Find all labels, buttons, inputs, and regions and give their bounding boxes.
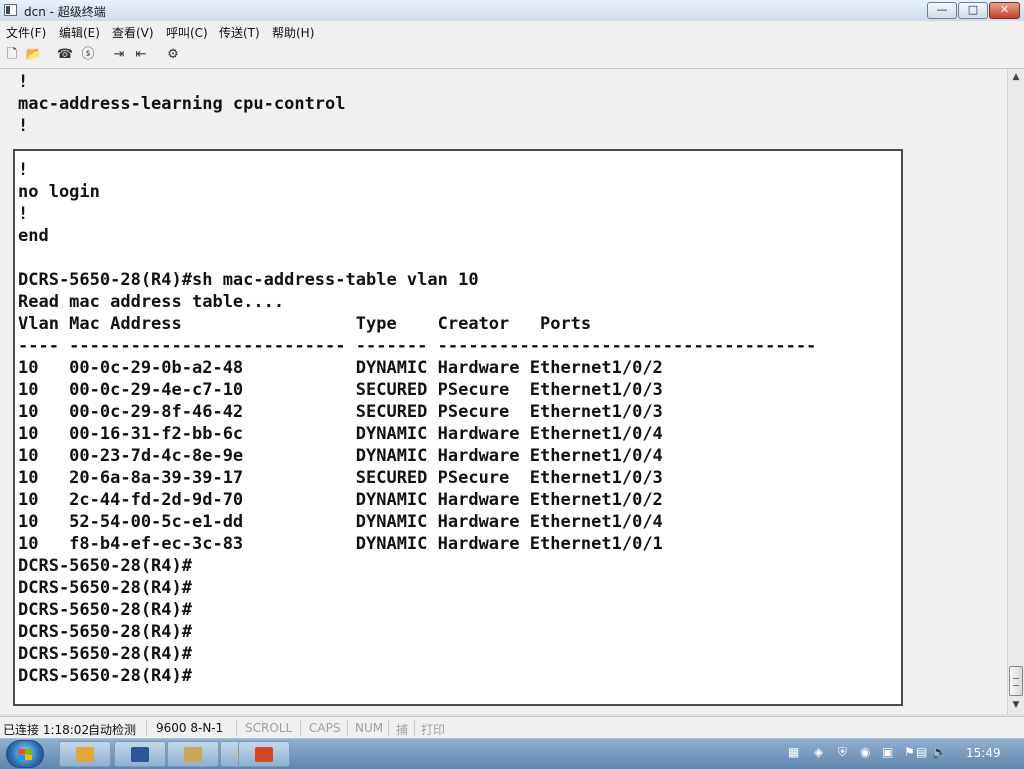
menu-call[interactable]: 呼叫(C) <box>166 24 208 41</box>
terminal-area[interactable]: ! mac-address-learning cpu-control ! ! n… <box>0 69 1007 714</box>
scroll-down-arrow-icon[interactable]: ▼ <box>1008 697 1024 713</box>
tray-volume-icon[interactable]: 🔈 <box>932 745 947 759</box>
new-document-icon[interactable]: 🗋 <box>3 46 21 63</box>
close-button[interactable]: ✕ <box>989 2 1020 19</box>
explorer-icon <box>76 747 94 762</box>
status-scroll: SCROLL <box>245 721 293 735</box>
status-divider <box>236 720 237 736</box>
tray-shield-icon[interactable]: ⛨ <box>838 745 847 760</box>
connect-phone-icon[interactable]: ☎ <box>56 46 74 63</box>
menu-edit[interactable]: 编辑(E) <box>59 24 100 41</box>
taskbar-word-button[interactable] <box>114 741 166 767</box>
scrollbar-thumb[interactable] <box>1009 666 1023 696</box>
terminal-output-text: ! no login ! end DCRS-5650-28(R4)#sh mac… <box>18 160 817 686</box>
menu-bar: 文件(F) 编辑(E) 查看(V) 呼叫(C) 传送(T) 帮助(H) <box>0 21 1024 42</box>
status-print: 打印 <box>421 723 446 737</box>
powerpoint-icon <box>255 747 273 762</box>
properties-icon[interactable]: ⚙ <box>164 46 182 63</box>
tray-security-icon[interactable]: ◉ <box>860 745 870 759</box>
toolbar: 🗋 📂 ☎ ⓢ ⇥ ⇤ ⚙ <box>0 42 1024 69</box>
receive-file-icon[interactable]: ⇤ <box>132 46 150 63</box>
title-bar: dcn - 超级终端 — □ ✕ <box>0 0 1024 22</box>
terminal-screen[interactable]: ! no login ! end DCRS-5650-28(R4)#sh mac… <box>13 149 903 706</box>
menu-transfer[interactable]: 传送(T) <box>219 24 260 41</box>
status-num: NUM <box>355 721 384 735</box>
tray-device-icon[interactable]: ▣ <box>882 745 893 759</box>
file-manager-icon <box>184 747 202 762</box>
status-caps: CAPS <box>309 721 341 735</box>
taskbar-clock[interactable]: 15:49 <box>966 746 1001 760</box>
disconnect-icon[interactable]: ⓢ <box>79 46 97 63</box>
status-divider <box>388 720 389 736</box>
menu-help[interactable]: 帮助(H) <box>272 24 314 41</box>
taskbar-explorer-button[interactable] <box>59 741 111 767</box>
tray-network-icon[interactable]: ◈ <box>814 745 823 759</box>
send-file-icon[interactable]: ⇥ <box>110 46 128 63</box>
tray-flag-icon[interactable]: ⚑ <box>904 745 915 759</box>
status-port-settings: 9600 8-N-1 <box>156 721 224 735</box>
scroll-up-arrow-icon[interactable]: ▲ <box>1008 69 1024 85</box>
vertical-scrollbar[interactable]: ▲ ▼ <box>1007 69 1024 714</box>
maximize-button[interactable]: □ <box>958 2 988 19</box>
menu-file[interactable]: 文件(F) <box>6 24 46 41</box>
terminal-scrollback-text: ! mac-address-learning cpu-control ! <box>18 72 346 136</box>
word-icon <box>131 747 149 762</box>
menu-view[interactable]: 查看(V) <box>112 24 154 41</box>
open-folder-icon[interactable]: 📂 <box>25 46 43 63</box>
status-connected-time: 已连接 1:18:02 <box>3 723 90 737</box>
taskbar-powerpoint-button[interactable] <box>238 741 290 767</box>
minimize-button[interactable]: — <box>927 2 957 19</box>
taskbar-file-manager-button[interactable] <box>167 741 219 767</box>
status-divider <box>347 720 348 736</box>
hyperterminal-app-icon[interactable] <box>4 4 17 16</box>
window-title: dcn - 超级终端 <box>24 5 106 19</box>
status-divider <box>300 720 301 736</box>
tray-film-icon[interactable]: ▦ <box>788 745 799 759</box>
windows-taskbar: ▦ ◈ ⛨ ◉ ▣ ⚑ ▤ 🔈 15:49 <box>0 738 1024 769</box>
status-detect: 自动检测 <box>88 723 137 737</box>
status-divider <box>146 720 147 736</box>
status-bar: 已连接 1:18:02 自动检测 9600 8-N-1 SCROLL CAPS … <box>0 716 1024 739</box>
start-button-icon[interactable] <box>6 740 44 768</box>
status-divider <box>414 720 415 736</box>
status-capture: 捕 <box>396 723 409 737</box>
tray-network-status-icon[interactable]: ▤ <box>916 745 927 759</box>
